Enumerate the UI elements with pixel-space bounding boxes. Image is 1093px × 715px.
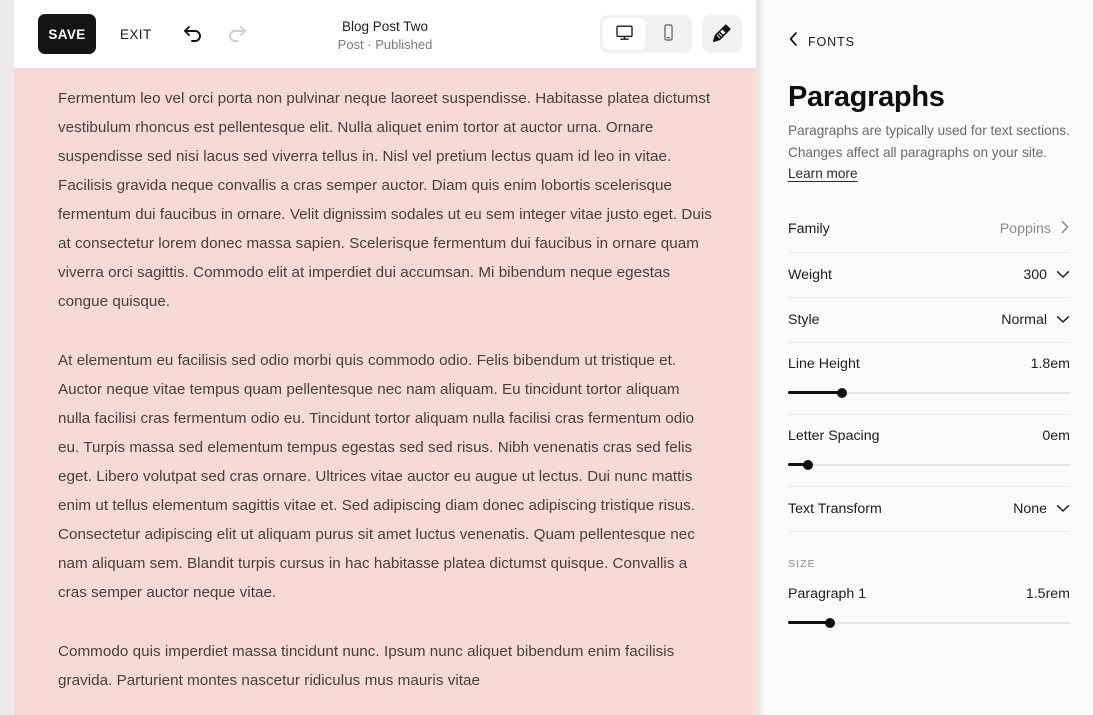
letter-spacing-header: Letter Spacing 0em xyxy=(788,428,1070,444)
paragraph-2[interactable]: At elementum eu facilisis sed odio morbi… xyxy=(58,346,712,607)
redo-arrow-icon xyxy=(225,21,249,48)
setting-control-text-transform: None xyxy=(1013,500,1070,518)
setting-label-family: Family xyxy=(788,221,830,237)
size-section-label: SIZE xyxy=(788,557,816,570)
setting-row-letter-spacing: Letter Spacing 0em xyxy=(788,413,1070,486)
editor-app: SAVE EXIT Blog Post Two Post · Published… xyxy=(0,0,1093,715)
chevron-down-icon xyxy=(1056,311,1070,329)
setting-value-paragraph-1: 1.5rem xyxy=(1025,585,1070,602)
desktop-monitor-icon xyxy=(615,23,634,45)
paragraph-1-size-slider[interactable] xyxy=(788,617,1070,628)
setting-row-text-transform[interactable]: Text Transform None xyxy=(788,485,1070,531)
slider-thumb[interactable] xyxy=(825,617,836,628)
letter-spacing-slider[interactable] xyxy=(788,459,1070,470)
slider-thumb[interactable] xyxy=(802,459,813,470)
undo-arrow-icon xyxy=(181,21,205,48)
slider-thumb[interactable] xyxy=(836,387,847,398)
page-content-area[interactable]: Fermentum leo vel orci porta non pulvina… xyxy=(14,68,756,715)
setting-label-line-height: Line Height xyxy=(788,355,860,372)
setting-label-letter-spacing: Letter Spacing xyxy=(788,427,880,444)
device-mobile-button[interactable] xyxy=(647,18,689,50)
style-paintbrush-button[interactable] xyxy=(702,15,742,53)
setting-label-style: Style xyxy=(788,311,820,328)
fonts-settings-panel: FONTS Paragraphs Paragraphs are typicall… xyxy=(765,0,1093,715)
toolbar-right-controls xyxy=(600,15,742,53)
chevron-left-icon xyxy=(788,31,799,52)
setting-label-text-transform: Text Transform xyxy=(788,500,882,517)
device-desktop-button[interactable] xyxy=(603,18,645,50)
editor-toolbar: SAVE EXIT Blog Post Two Post · Published xyxy=(14,0,756,68)
paragraph-3[interactable]: Commodo quis imperdiet massa tincidunt n… xyxy=(58,637,712,695)
line-height-header: Line Height 1.8em xyxy=(788,356,1070,372)
section-divider xyxy=(788,530,1070,532)
setting-control-family: Poppins xyxy=(1000,220,1070,239)
undo-button[interactable] xyxy=(174,15,212,53)
slider-track xyxy=(788,463,1070,466)
setting-control-style: Normal xyxy=(1001,311,1070,329)
setting-value-family: Poppins xyxy=(999,221,1051,237)
back-to-fonts-button[interactable]: FONTS xyxy=(765,0,855,52)
redo-button[interactable] xyxy=(218,15,256,53)
setting-value-weight: 300 xyxy=(1023,266,1047,283)
setting-row-family[interactable]: Family Poppins xyxy=(788,207,1070,252)
setting-row-style[interactable]: Style Normal xyxy=(788,296,1070,342)
back-to-fonts-label: FONTS xyxy=(808,34,855,49)
panel-description-text: Paragraphs are typically used for text s… xyxy=(788,123,1070,160)
mobile-phone-icon xyxy=(659,23,678,45)
setting-label-weight: Weight xyxy=(788,266,832,283)
panel-divider xyxy=(757,0,765,715)
panel-body: Paragraphs Paragraphs are typically used… xyxy=(765,80,1093,628)
chevron-right-icon xyxy=(1060,220,1070,239)
setting-value-line-height: 1.8em xyxy=(1030,355,1070,372)
editor-canvas-pane: SAVE EXIT Blog Post Two Post · Published… xyxy=(14,0,756,715)
setting-value-letter-spacing: 0em xyxy=(1042,427,1070,444)
save-button[interactable]: SAVE xyxy=(38,14,96,54)
device-preview-group xyxy=(600,15,692,53)
setting-value-text-transform: None xyxy=(1013,500,1047,517)
paragraph-1[interactable]: Fermentum leo vel orci porta non pulvina… xyxy=(58,84,712,316)
line-height-slider[interactable] xyxy=(788,387,1070,398)
setting-control-weight: 300 xyxy=(1023,266,1070,284)
exit-button[interactable]: EXIT xyxy=(106,17,166,52)
setting-row-weight[interactable]: Weight 300 xyxy=(788,251,1070,297)
page-title: Paragraphs xyxy=(788,81,945,113)
setting-row-line-height: Line Height 1.8em xyxy=(788,341,1070,414)
chevron-down-icon xyxy=(1056,266,1070,284)
chevron-down-icon xyxy=(1056,500,1070,518)
paintbrush-icon xyxy=(711,22,733,47)
slider-fill xyxy=(788,391,842,394)
learn-more-link[interactable]: Learn more xyxy=(788,166,858,181)
setting-value-style: Normal xyxy=(1001,311,1047,328)
slider-fill xyxy=(788,621,831,624)
panel-description: Paragraphs are typically used for text s… xyxy=(788,120,1070,185)
setting-label-paragraph-1: Paragraph 1 xyxy=(788,585,867,602)
size-row-paragraph-1[interactable]: Paragraph 1 1.5rem xyxy=(788,586,1070,602)
